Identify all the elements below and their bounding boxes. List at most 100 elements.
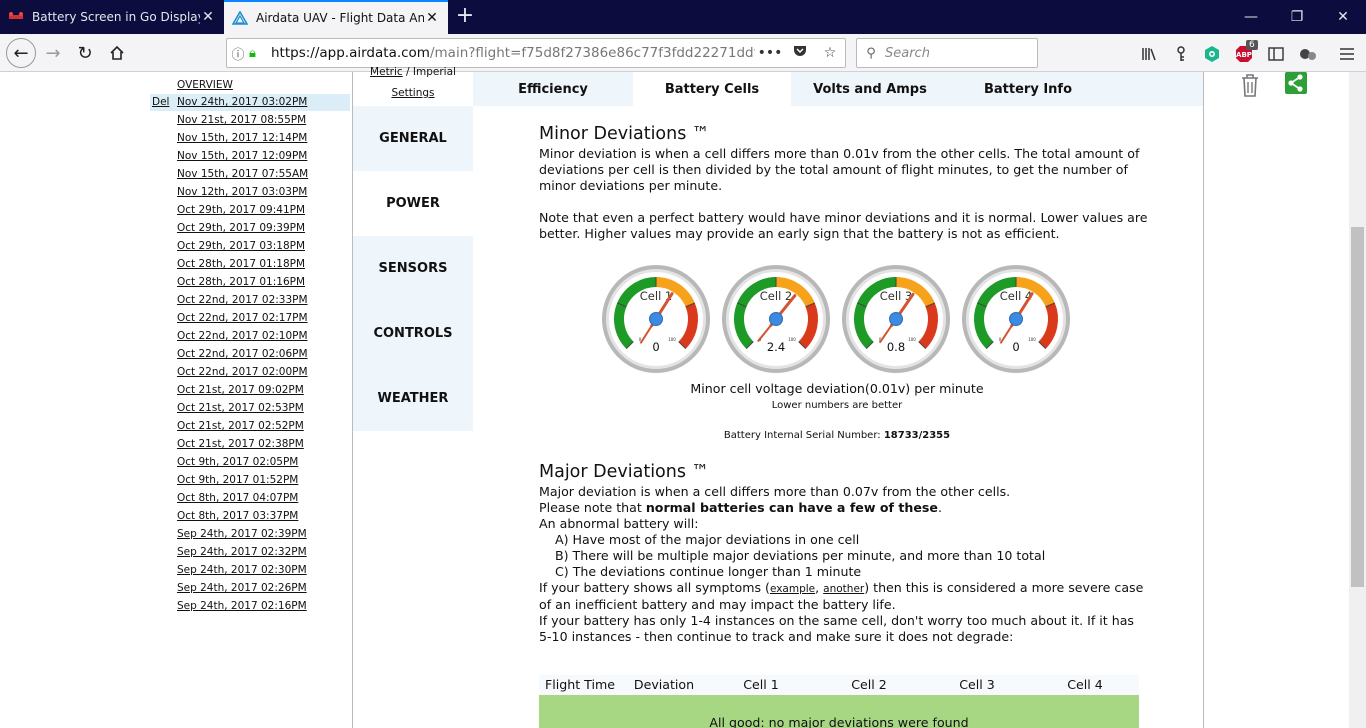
browser-tab-airdata[interactable]: Airdata UAV - Flight Data Analy ✕	[224, 0, 448, 34]
address-bar[interactable]: ⓘ 🔒︎ https://app.airdata.com/main?flight…	[226, 38, 846, 68]
flight-row[interactable]: Nov 15th, 2017 07:55AM	[150, 166, 350, 183]
extension-eye-icon[interactable]	[1201, 43, 1223, 65]
flight-link[interactable]: Oct 9th, 2017 01:52PM	[177, 474, 298, 486]
nav-weather[interactable]: WEATHER	[353, 366, 473, 431]
flight-link[interactable]: Nov 24th, 2017 03:02PM	[177, 96, 307, 108]
flight-row[interactable]: Oct 21st, 2017 02:38PM	[150, 436, 350, 453]
example-link[interactable]: example	[770, 583, 815, 595]
flight-row[interactable]: Oct 9th, 2017 01:52PM	[150, 472, 350, 489]
flight-link[interactable]: Sep 24th, 2017 02:32PM	[177, 546, 307, 558]
flight-row[interactable]: Nov 15th, 2017 12:09PM	[150, 148, 350, 165]
flight-link[interactable]: Oct 21st, 2017 02:53PM	[177, 402, 304, 414]
flight-link[interactable]: Nov 15th, 2017 12:09PM	[177, 150, 307, 162]
key-icon[interactable]	[1170, 43, 1192, 65]
flight-row[interactable]: Nov 12th, 2017 03:03PM	[150, 184, 350, 201]
menu-icon[interactable]	[1336, 43, 1358, 65]
flight-row[interactable]: Sep 24th, 2017 02:32PM	[150, 544, 350, 561]
page-actions-button[interactable]: •••	[755, 45, 785, 61]
extension-balls-icon[interactable]	[1297, 43, 1319, 65]
flight-row[interactable]: Oct 29th, 2017 09:41PM	[150, 202, 350, 219]
flight-link[interactable]: Oct 22nd, 2017 02:06PM	[177, 348, 308, 360]
close-tab-icon[interactable]: ✕	[424, 10, 440, 26]
flight-row[interactable]: Oct 29th, 2017 09:39PM	[150, 220, 350, 237]
forward-button[interactable]: →	[38, 38, 68, 68]
flight-link[interactable]: Oct 21st, 2017 02:38PM	[177, 438, 304, 450]
flight-row[interactable]: Oct 22nd, 2017 02:10PM	[150, 328, 350, 345]
reload-button[interactable]: ↻	[70, 38, 100, 68]
flight-row[interactable]: Sep 24th, 2017 02:16PM	[150, 598, 350, 615]
settings-link[interactable]: Settings	[353, 87, 473, 99]
flight-link[interactable]: Oct 21st, 2017 09:02PM	[177, 384, 304, 396]
flight-row[interactable]: Nov 15th, 2017 12:14PM	[150, 130, 350, 147]
flight-link[interactable]: Oct 29th, 2017 03:18PM	[177, 240, 305, 252]
flight-link[interactable]: Oct 22nd, 2017 02:10PM	[177, 330, 308, 342]
scrollbar-thumb[interactable]	[1351, 227, 1364, 587]
tab-volts-and-amps[interactable]: Volts and Amps	[791, 72, 949, 106]
flight-link[interactable]: Oct 22nd, 2017 02:17PM	[177, 312, 308, 324]
flight-row[interactable]: Oct 22nd, 2017 02:33PM	[150, 292, 350, 309]
flight-link[interactable]: Nov 15th, 2017 07:55AM	[177, 168, 308, 180]
another-link[interactable]: another	[823, 583, 864, 595]
flight-link[interactable]: Oct 22nd, 2017 02:00PM	[177, 366, 308, 378]
flight-link[interactable]: Oct 29th, 2017 09:39PM	[177, 222, 305, 234]
flight-row[interactable]: Oct 22nd, 2017 02:17PM	[150, 310, 350, 327]
page-scrollbar[interactable]	[1349, 72, 1366, 728]
new-tab-button[interactable]: +	[452, 4, 478, 30]
flight-row[interactable]: Oct 29th, 2017 03:18PM	[150, 238, 350, 255]
flight-row[interactable]: Oct 8th, 2017 04:07PM	[150, 490, 350, 507]
flight-row[interactable]: Sep 24th, 2017 02:30PM	[150, 562, 350, 579]
flight-row[interactable]: Oct 22nd, 2017 02:06PM	[150, 346, 350, 363]
library-icon[interactable]	[1138, 43, 1160, 65]
back-button[interactable]: ←	[6, 38, 36, 68]
bookmark-star-icon[interactable]: ☆	[815, 45, 845, 61]
nav-sensors[interactable]: SENSORS	[353, 236, 473, 301]
flight-link[interactable]: Oct 28th, 2017 01:18PM	[177, 258, 305, 270]
tab-battery-info[interactable]: Battery Info	[949, 72, 1107, 106]
delete-flight-link[interactable]: Del	[152, 96, 169, 108]
nav-general[interactable]: GENERAL	[353, 106, 473, 171]
flight-row[interactable]: Oct 21st, 2017 09:02PM	[150, 382, 350, 399]
imperial-link[interactable]: / Imperial	[403, 66, 456, 78]
minimize-button[interactable]: —	[1228, 0, 1274, 34]
flight-link[interactable]: Nov 12th, 2017 03:03PM	[177, 186, 307, 198]
flight-link[interactable]: Nov 15th, 2017 12:14PM	[177, 132, 307, 144]
browser-tab-battery-screen[interactable]: Battery Screen in Go Display un ✕	[0, 0, 224, 34]
flight-link[interactable]: Oct 29th, 2017 09:41PM	[177, 204, 305, 216]
overview-link[interactable]: OVERVIEW	[177, 79, 233, 91]
flight-link[interactable]: Sep 24th, 2017 02:39PM	[177, 528, 307, 540]
metric-link[interactable]: Metric	[370, 66, 403, 78]
tab-efficiency[interactable]: Efficiency	[473, 72, 633, 106]
flight-link[interactable]: Oct 8th, 2017 04:07PM	[177, 492, 298, 504]
trash-icon[interactable]	[1237, 72, 1263, 98]
flight-row[interactable]: Oct 22nd, 2017 02:00PM	[150, 364, 350, 381]
flight-row[interactable]: Sep 24th, 2017 02:39PM	[150, 526, 350, 543]
flight-link[interactable]: Oct 21st, 2017 02:52PM	[177, 420, 304, 432]
flight-row[interactable]: Oct 21st, 2017 02:52PM	[150, 418, 350, 435]
flight-link[interactable]: Oct 28th, 2017 01:16PM	[177, 276, 305, 288]
flight-row[interactable]: Oct 28th, 2017 01:18PM	[150, 256, 350, 273]
flight-row[interactable]: Del Nov 24th, 2017 03:02PM	[150, 94, 350, 111]
flight-row[interactable]: Oct 21st, 2017 02:53PM	[150, 400, 350, 417]
flight-link[interactable]: Oct 8th, 2017 03:37PM	[177, 510, 298, 522]
flight-link[interactable]: Oct 22nd, 2017 02:33PM	[177, 294, 308, 306]
flight-link[interactable]: Sep 24th, 2017 02:16PM	[177, 600, 307, 612]
flight-link[interactable]: Sep 24th, 2017 02:26PM	[177, 582, 307, 594]
restore-button[interactable]: ❐	[1274, 0, 1320, 34]
url-text[interactable]: https://app.airdata.com/main?flight=f75d…	[267, 45, 755, 61]
flight-link[interactable]: Oct 9th, 2017 02:05PM	[177, 456, 298, 468]
flight-row[interactable]: Nov 21st, 2017 08:55PM	[150, 112, 350, 129]
nav-controls[interactable]: CONTROLS	[353, 301, 473, 366]
flight-row[interactable]: Oct 9th, 2017 02:05PM	[150, 454, 350, 471]
nav-power[interactable]: POWER	[353, 171, 473, 236]
home-button[interactable]	[102, 38, 132, 68]
flight-row[interactable]: Oct 8th, 2017 03:37PM	[150, 508, 350, 525]
flight-link[interactable]: Nov 21st, 2017 08:55PM	[177, 114, 306, 126]
info-icon[interactable]: ⓘ	[227, 44, 249, 63]
search-box[interactable]: ⚲ Search	[856, 38, 1038, 68]
close-window-button[interactable]: ✕	[1320, 0, 1366, 34]
close-tab-icon[interactable]: ✕	[200, 9, 216, 25]
sidebar-icon[interactable]	[1265, 43, 1287, 65]
flight-row[interactable]: Sep 24th, 2017 02:26PM	[150, 580, 350, 597]
flight-row[interactable]: Oct 28th, 2017 01:16PM	[150, 274, 350, 291]
pocket-icon[interactable]	[785, 44, 815, 62]
